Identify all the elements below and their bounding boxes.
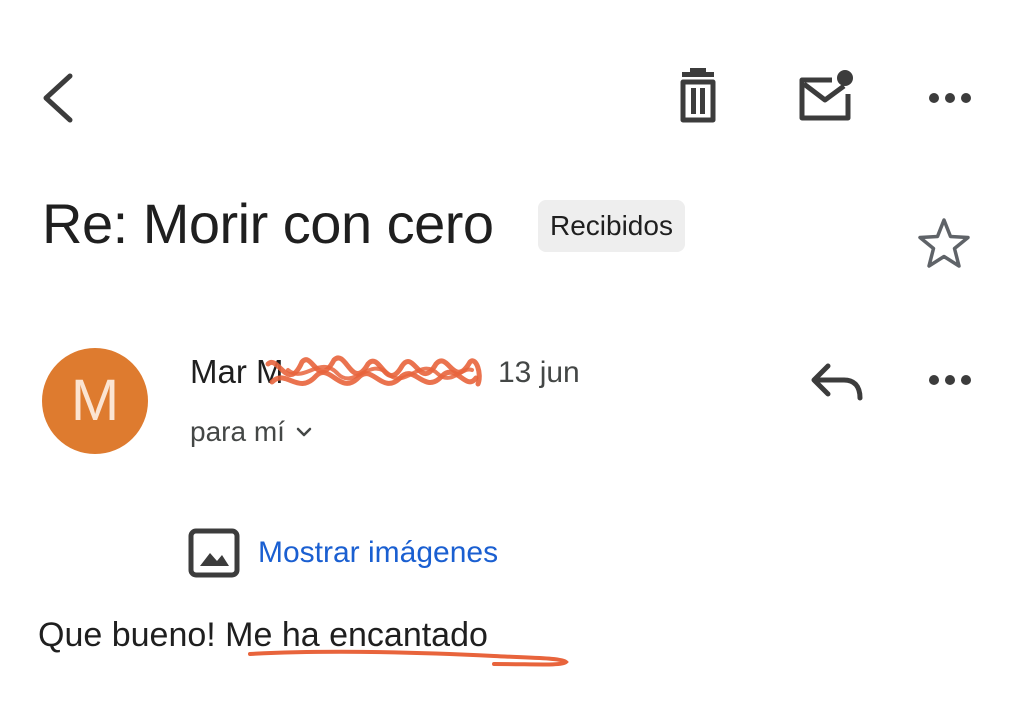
recipient-details-toggle[interactable]: para mí	[190, 412, 313, 452]
reply-button[interactable]	[808, 354, 868, 410]
show-images-label: Mostrar imágenes	[258, 536, 499, 569]
email-subject: Re: Morir con cero	[42, 192, 494, 255]
back-button[interactable]	[34, 68, 82, 128]
image-icon	[188, 528, 240, 578]
more-horizontal-icon	[929, 375, 971, 385]
reply-icon	[811, 363, 863, 401]
chevron-left-icon	[43, 73, 73, 123]
inbox-label-chip[interactable]: Recibidos	[538, 200, 685, 252]
more-horizontal-icon	[929, 93, 971, 103]
sent-date: 13 jun	[498, 356, 580, 389]
handwritten-underline	[248, 649, 569, 667]
chevron-down-icon	[296, 427, 312, 437]
star-button[interactable]	[914, 214, 974, 274]
message-body-text: Que bueno!	[38, 616, 226, 654]
show-images-button[interactable]: Mostrar imágenes	[188, 528, 498, 578]
mail-unread-icon	[799, 70, 853, 121]
message-more-options-button[interactable]	[922, 362, 978, 398]
more-options-button[interactable]	[922, 80, 978, 116]
trash-icon	[680, 68, 716, 123]
recipient-label: para mí	[190, 416, 285, 447]
delete-button[interactable]	[668, 68, 728, 128]
sender-avatar[interactable]: M	[42, 348, 148, 454]
mark-unread-button[interactable]	[792, 66, 858, 128]
redaction-scribble	[265, 355, 482, 387]
email-view: Re: Morir con cero Recibidos M Mar M 13 …	[0, 0, 1024, 701]
star-outline-icon	[918, 218, 970, 268]
